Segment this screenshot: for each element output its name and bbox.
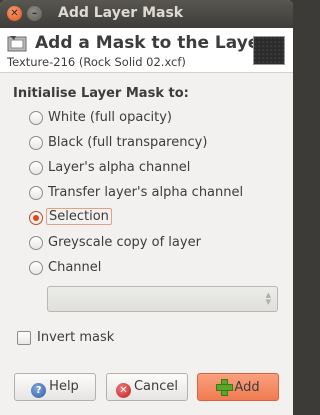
cancel-button[interactable]: ✕ Cancel	[106, 373, 188, 401]
title-bar[interactable]: ✕ – Add Layer Mask	[0, 0, 293, 28]
invert-mask-checkbox[interactable]	[17, 331, 31, 345]
radio-label: Greyscale copy of layer	[48, 235, 201, 250]
combo-arrows-icon: ▲ ▼	[265, 291, 271, 306]
radio-label: White (full opacity)	[48, 110, 172, 125]
layer-name: Texture-216 (Rock Solid 02.xcf)	[7, 55, 186, 69]
invert-mask-label: Invert mask	[37, 330, 115, 345]
header-divider	[0, 72, 293, 73]
radio-label: Transfer layer's alpha channel	[48, 185, 244, 200]
dialog-heading: Add a Mask to the Layer	[35, 33, 268, 53]
minimize-icon[interactable]: –	[27, 6, 42, 21]
radio-label: Layer's alpha channel	[48, 160, 191, 175]
radio-button[interactable]	[29, 161, 43, 175]
radio-button[interactable]	[29, 236, 43, 250]
add-icon	[216, 379, 234, 396]
window-title: Add Layer Mask	[58, 5, 184, 21]
add-layer-mask-dialog: ✕ – Add Layer Mask Add a Mask to the Lay…	[0, 0, 293, 415]
radio-label: Black (full transparency)	[48, 135, 208, 150]
cancel-icon: ✕	[115, 383, 131, 398]
radio-label: Channel	[48, 260, 102, 275]
close-icon[interactable]: ✕	[7, 6, 22, 21]
cancel-button-label: Cancel	[133, 379, 179, 394]
help-button-label: Help	[49, 379, 79, 394]
radio-button-checked[interactable]	[29, 211, 43, 225]
add-button-label: Add	[234, 380, 260, 395]
radio-button[interactable]	[29, 111, 43, 125]
help-icon: ?	[31, 383, 47, 398]
layer-preview-thumbnail	[253, 36, 285, 65]
layer-mask-icon	[7, 34, 29, 54]
section-label: Initialise Layer Mask to:	[13, 86, 189, 101]
channel-combo[interactable]: ▲ ▼	[47, 286, 278, 312]
radio-label: Selection	[46, 208, 112, 225]
radio-button[interactable]	[29, 136, 43, 150]
radio-button[interactable]	[29, 186, 43, 200]
help-button[interactable]: ? Help	[14, 373, 96, 401]
dialog-header: Add a Mask to the Layer Texture-216 (Roc…	[0, 28, 293, 72]
radio-button[interactable]	[29, 261, 43, 275]
add-button[interactable]: Add	[197, 373, 279, 401]
